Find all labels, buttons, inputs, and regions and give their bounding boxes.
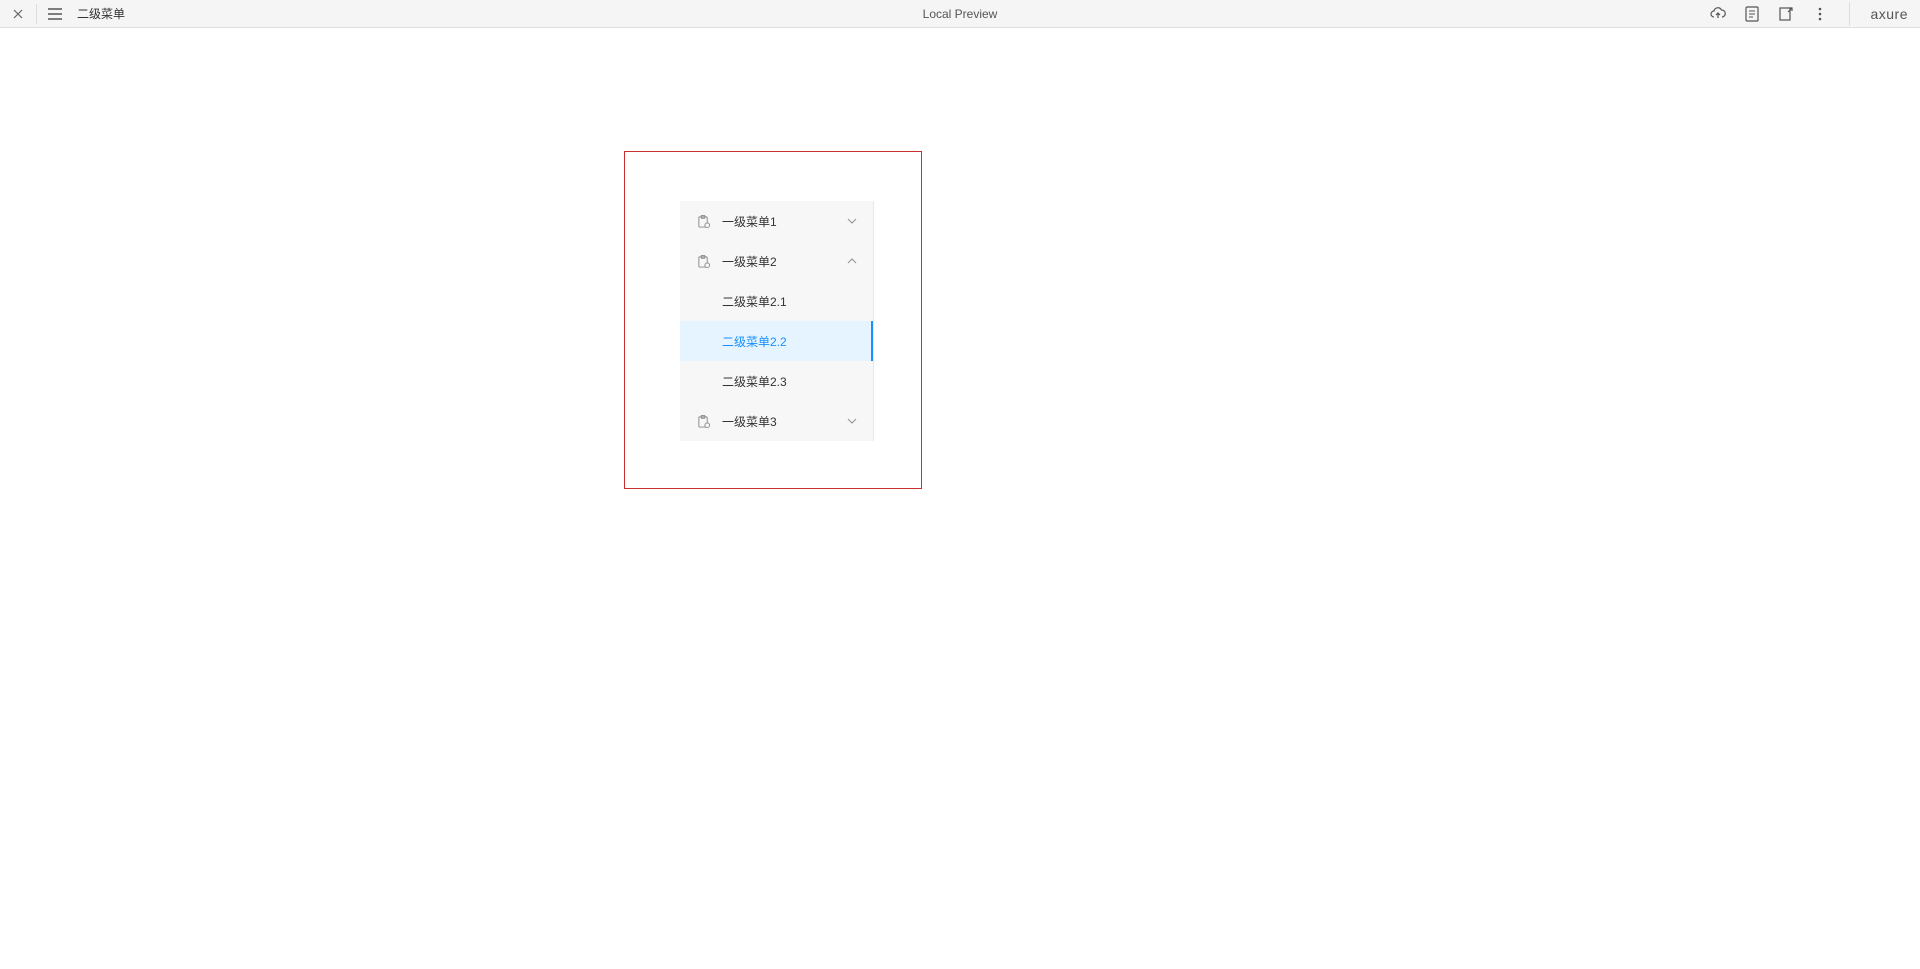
more-menu-button[interactable] xyxy=(1811,5,1829,23)
handoff-icon xyxy=(1778,6,1794,22)
submenu-item-2-1[interactable]: 二级菜单2.1 xyxy=(680,281,873,321)
divider xyxy=(36,4,37,24)
close-button[interactable] xyxy=(8,4,28,24)
menu-item-level1-1[interactable]: 一级菜单1 xyxy=(680,201,873,241)
clipboard-icon xyxy=(696,254,710,268)
menu-item-level1-3[interactable]: 一级菜单3 xyxy=(680,401,873,441)
cloud-upload-icon xyxy=(1710,6,1726,22)
divider xyxy=(1849,2,1850,26)
menu-item-level1-2[interactable]: 一级菜单2 xyxy=(680,241,873,281)
topbar-left: 二级菜单 xyxy=(0,4,125,24)
publish-button[interactable] xyxy=(1709,5,1727,23)
content-area: 一级菜单1 一级菜单2 xyxy=(0,28,1920,969)
menu-item-label: 一级菜单3 xyxy=(722,413,777,430)
menu-item-label: 一级菜单1 xyxy=(722,213,777,230)
close-icon xyxy=(13,9,23,19)
clipboard-icon xyxy=(696,414,710,428)
menu-item-label: 一级菜单2 xyxy=(722,253,777,270)
submenu-item-2-2[interactable]: 二级菜单2.2 xyxy=(680,321,873,361)
submenu-item-label: 二级菜单2.3 xyxy=(722,373,787,390)
submenu-item-label: 二级菜单2.2 xyxy=(722,333,787,350)
dots-vertical-icon xyxy=(1818,7,1822,21)
chevron-up-icon xyxy=(847,258,857,264)
clipboard-icon xyxy=(696,214,710,228)
notes-icon xyxy=(1745,6,1759,22)
axure-logo[interactable]: axure xyxy=(1870,6,1908,22)
preview-mode-label: Local Preview xyxy=(923,7,998,21)
selection-boundary: 一级菜单1 一级菜单2 xyxy=(624,151,922,489)
chevron-down-icon xyxy=(847,218,857,224)
notes-button[interactable] xyxy=(1743,5,1761,23)
chevron-down-icon xyxy=(847,418,857,424)
submenu-item-label: 二级菜单2.1 xyxy=(722,293,787,310)
handoff-button[interactable] xyxy=(1777,5,1795,23)
page-title: 二级菜单 xyxy=(77,5,125,22)
hamburger-icon xyxy=(48,8,62,20)
submenu-item-2-3[interactable]: 二级菜单2.3 xyxy=(680,361,873,401)
sitemap-toggle-button[interactable] xyxy=(45,4,65,24)
menu-panel: 一级菜单1 一级菜单2 xyxy=(680,201,874,441)
topbar: 二级菜单 Local Preview xyxy=(0,0,1920,28)
topbar-right: axure xyxy=(1709,2,1920,26)
